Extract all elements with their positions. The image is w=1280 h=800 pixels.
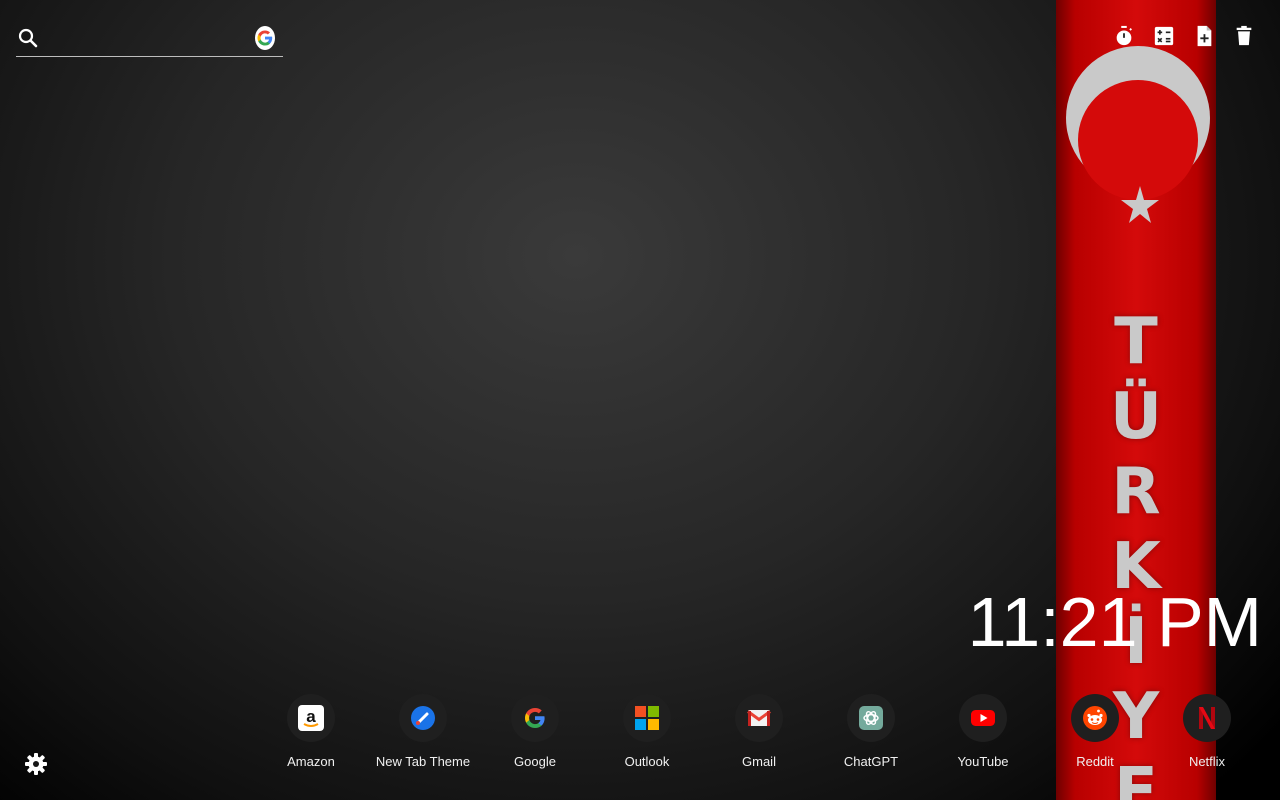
stopwatch-icon[interactable] <box>1112 24 1136 48</box>
shortcut-label: YouTube <box>957 754 1009 769</box>
shortcut-label: Gmail <box>742 754 776 769</box>
shortcut-bar: a Amazon New Tab Theme Google Outlook Gm <box>255 694 1263 769</box>
shortcut-label: ChatGPT <box>843 754 899 769</box>
search-input[interactable] <box>46 22 249 54</box>
calculator-icon[interactable] <box>1152 24 1176 48</box>
shortcut-netflix[interactable]: Netflix <box>1151 694 1263 769</box>
shortcut-amazon[interactable]: a Amazon <box>255 694 367 769</box>
shortcut-reddit[interactable]: Reddit <box>1039 694 1151 769</box>
gmail-icon <box>735 694 783 742</box>
shortcut-google[interactable]: Google <box>479 694 591 769</box>
shortcut-label: Amazon <box>287 754 335 769</box>
banner-letter: R <box>1111 455 1161 529</box>
banner-letter: T <box>1114 305 1158 379</box>
clock-time: 11:21 PM <box>967 583 1262 661</box>
svg-text:a: a <box>306 707 316 726</box>
gear-icon[interactable] <box>24 752 48 776</box>
shortcut-label: Google <box>514 754 556 769</box>
shortcut-label: Netflix <box>1188 754 1226 769</box>
trash-icon[interactable] <box>1232 24 1256 48</box>
chatgpt-icon <box>847 694 895 742</box>
add-note-icon[interactable] <box>1192 24 1216 48</box>
shortcut-chatgpt[interactable]: ChatGPT <box>815 694 927 769</box>
shortcut-label: Outlook <box>624 754 670 769</box>
top-toolbar <box>1112 24 1256 48</box>
turkiye-flag-banner: T Ü R K İ Y E <box>1056 0 1216 800</box>
google-icon <box>511 694 559 742</box>
shortcut-new-tab-theme[interactable]: New Tab Theme <box>367 694 479 769</box>
new-tab-theme-icon <box>399 694 447 742</box>
youtube-icon <box>959 694 1007 742</box>
banner-letter: Ü <box>1110 380 1162 454</box>
shortcut-outlook[interactable]: Outlook <box>591 694 703 769</box>
search-bar <box>16 20 283 57</box>
reddit-icon <box>1071 694 1119 742</box>
shortcut-youtube[interactable]: YouTube <box>927 694 1039 769</box>
shortcut-label: Reddit <box>1076 754 1114 769</box>
shortcut-label: New Tab Theme <box>375 754 471 769</box>
amazon-icon: a <box>287 694 335 742</box>
shortcut-gmail[interactable]: Gmail <box>703 694 815 769</box>
search-icon <box>16 26 40 50</box>
microsoft-icon <box>623 694 671 742</box>
google-g-icon[interactable] <box>255 26 275 50</box>
netflix-icon <box>1183 694 1231 742</box>
